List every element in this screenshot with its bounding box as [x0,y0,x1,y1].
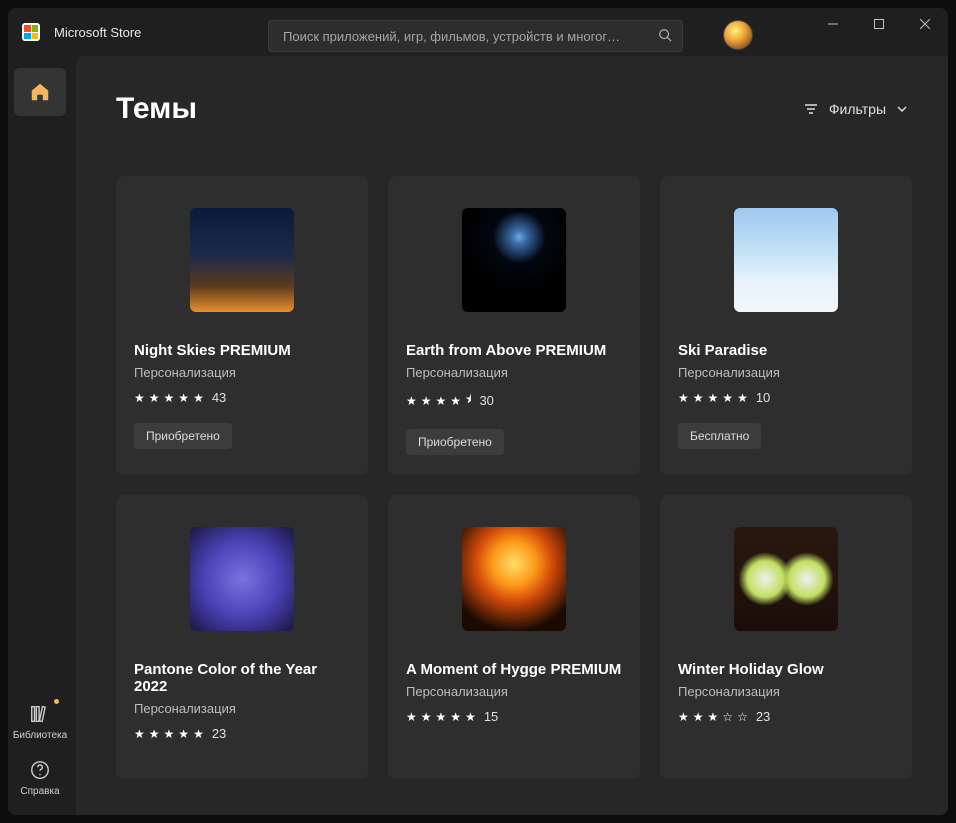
app-body: Библиотека Справка Темы Фильтры Night Sk… [8,56,948,815]
star-icon: ★ [193,391,204,405]
theme-rating: ★★★★⯨30 [406,390,622,411]
sidebar: Библиотека Справка [8,56,72,815]
star-icon: ★ [406,394,417,408]
star-icon: ★ [708,710,719,724]
rating-count: 15 [484,709,498,724]
theme-title: Pantone Color of the Year 2022 [134,661,350,695]
filters-button[interactable]: Фильтры [803,101,908,117]
star-icon: ★ [722,391,733,405]
theme-thumbnail [462,527,566,631]
theme-thumbnail [190,208,294,312]
star-icon: ★ [134,391,145,405]
star-icon: ☆ [737,710,748,724]
rating-count: 10 [756,390,770,405]
star-icon: ★ [134,727,145,741]
star-icon: ★ [406,710,417,724]
theme-category: Персонализация [134,701,350,716]
star-icon: ★ [421,710,432,724]
nav-help[interactable]: Справка [20,759,59,797]
theme-card[interactable]: Pantone Color of the Year 2022 Персонализ… [116,495,368,779]
theme-title: Ski Paradise [678,342,894,359]
search-placeholder: Поиск приложений, игр, фильмов, устройст… [283,29,658,44]
rating-count: 23 [212,726,226,741]
page-title: Темы [116,92,197,126]
theme-rating: ★★★★★43 [134,390,350,405]
nav-library[interactable]: Библиотека [13,703,67,741]
content-area[interactable]: Темы Фильтры Night Skies PREMIUM Персонал… [76,56,948,815]
star-icon: ★ [693,710,704,724]
theme-card[interactable]: A Moment of Hygge PREMIUM Персонализация ★… [388,495,640,779]
update-dot-icon [54,699,59,704]
chevron-down-icon [896,103,908,115]
star-icon: ★ [436,710,447,724]
star-icon: ★ [421,394,432,408]
star-icon: ★ [436,394,447,408]
theme-category: Персонализация [134,365,350,380]
rating-count: 23 [756,709,770,724]
star-icon: ⯨ [465,390,471,411]
theme-category: Персонализация [406,684,622,699]
star-icon: ★ [193,727,204,741]
star-icon: ★ [178,391,189,405]
star-icon: ★ [450,710,461,724]
theme-title: A Moment of Hygge PREMIUM [406,661,622,678]
theme-rating: ★★★★★15 [406,709,622,724]
badge-purchased: Приобретено [406,429,504,455]
avatar[interactable] [723,20,753,50]
badge-free: Бесплатно [678,423,761,449]
app-window: Microsoft Store Поиск приложений, игр, ф… [8,8,948,815]
theme-rating: ★★★☆☆23 [678,709,894,724]
star-icon: ★ [678,710,689,724]
star-icon: ★ [737,391,748,405]
theme-category: Персонализация [406,365,622,380]
star-icon: ★ [678,391,689,405]
theme-category: Персонализация [678,365,894,380]
store-icon [22,23,40,41]
maximize-button[interactable] [856,8,902,40]
rating-count: 30 [479,393,493,408]
theme-title: Night Skies PREMIUM [134,342,350,359]
nav-home[interactable] [14,68,66,116]
theme-card[interactable]: Earth from Above PREMIUMПерсонализация★★… [388,176,640,475]
theme-card[interactable]: Night Skies PREMIUMПерсонализация★★★★★43… [116,176,368,475]
app-title: Microsoft Store [54,25,141,40]
star-icon: ★ [465,710,476,724]
theme-thumbnail [734,208,838,312]
star-icon: ★ [164,391,175,405]
nav-help-label: Справка [20,786,59,797]
filters-label: Фильтры [829,101,886,117]
theme-title: Earth from Above PREMIUM [406,342,622,359]
star-icon: ★ [149,391,160,405]
star-icon: ★ [708,391,719,405]
search-input[interactable]: Поиск приложений, игр, фильмов, устройст… [268,20,683,52]
search-icon[interactable] [658,28,672,45]
theme-thumbnail [462,208,566,312]
rating-count: 43 [212,390,226,405]
minimize-button[interactable] [810,8,856,40]
filter-icon [803,101,819,117]
star-icon: ☆ [722,710,733,724]
theme-thumbnail [190,527,294,631]
theme-rating: ★★★★★23 [134,726,350,741]
star-icon: ★ [149,727,160,741]
theme-thumbnail [734,527,838,631]
themes-grid: Night Skies PREMIUMПерсонализация★★★★★43… [76,136,948,779]
theme-category: Персонализация [678,684,894,699]
page-header: Темы Фильтры [76,56,948,136]
badge-purchased: Приобретено [134,423,232,449]
theme-card[interactable]: Ski ParadiseПерсонализация★★★★★10Бесплат… [660,176,912,475]
star-icon: ★ [693,391,704,405]
star-icon: ★ [178,727,189,741]
nav-library-label: Библиотека [13,730,67,741]
window-controls [810,8,948,48]
theme-card[interactable]: Winter Holiday GlowПерсонализация★★★☆☆23 [660,495,912,779]
sidebar-bottom: Библиотека Справка [8,703,72,797]
titlebar: Microsoft Store Поиск приложений, игр, ф… [8,8,948,56]
close-button[interactable] [902,8,948,40]
star-icon: ★ [450,394,461,408]
theme-rating: ★★★★★10 [678,390,894,405]
theme-title: Winter Holiday Glow [678,661,894,678]
star-icon: ★ [164,727,175,741]
